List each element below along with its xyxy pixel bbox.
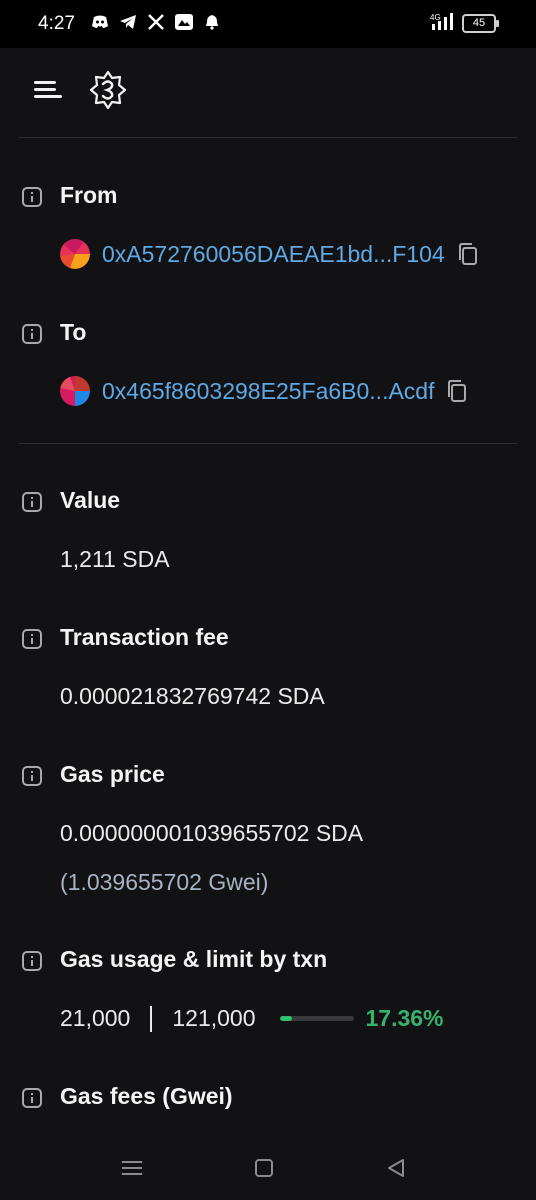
gas-usage-label: Gas usage & limit by txn xyxy=(60,946,328,972)
gas-usage-progress-fill xyxy=(279,1016,293,1021)
discord-icon xyxy=(90,12,110,32)
copy-icon[interactable] xyxy=(446,379,468,403)
telegram-icon xyxy=(118,12,138,32)
info-icon[interactable] xyxy=(22,951,42,971)
gas-price-gwei: (1.039655702 Gwei) xyxy=(60,869,269,895)
value-amount: 1,211 SDA xyxy=(60,546,170,572)
gas-used-value: 21,000 xyxy=(60,1005,131,1031)
x-icon xyxy=(146,12,166,32)
top-bar xyxy=(0,48,536,136)
separator xyxy=(150,1005,153,1032)
battery-indicator: 45 xyxy=(462,14,499,33)
home-icon[interactable] xyxy=(252,1156,276,1180)
hamburger-menu-icon[interactable] xyxy=(32,76,64,104)
copy-icon[interactable] xyxy=(457,242,479,266)
gas-limit-value: 121,000 xyxy=(172,1005,256,1031)
gas-usage-row: 21,000 121,000 17.36% xyxy=(60,1005,444,1032)
gas-price-label: Gas price xyxy=(60,761,165,787)
from-address-link[interactable]: 0xA572760056DAEAE1bd...F104 xyxy=(102,241,445,268)
notification-icons xyxy=(90,12,222,32)
bell-icon xyxy=(202,12,222,32)
info-icon[interactable] xyxy=(22,187,42,207)
gas-usage-percent: 17.36% xyxy=(365,1005,444,1031)
info-icon[interactable] xyxy=(22,766,42,786)
recents-menu-icon[interactable] xyxy=(120,1156,144,1180)
value-label: Value xyxy=(60,487,121,513)
transaction-fee-label: Transaction fee xyxy=(60,624,229,650)
from-address-row: 0xA572760056DAEAE1bd...F104 xyxy=(60,239,479,269)
app-logo-icon[interactable] xyxy=(89,70,127,110)
back-icon[interactable] xyxy=(384,1156,408,1180)
to-address-row: 0x465f8603298E25Fa6B0...Acdf xyxy=(60,376,468,406)
status-bar: 4:27 4G 45 xyxy=(0,0,536,48)
from-avatar xyxy=(60,239,90,269)
from-label: From xyxy=(60,182,118,208)
divider xyxy=(18,137,518,138)
system-navigation-bar xyxy=(0,1134,536,1200)
gas-price-amount: 0.000000001039655702 SDA xyxy=(60,820,364,846)
transaction-fee-amount: 0.000021832769742 SDA xyxy=(60,683,325,709)
svg-text:4G: 4G xyxy=(430,13,441,22)
gas-usage-progress-bar xyxy=(279,1016,354,1021)
to-address-link[interactable]: 0x465f8603298E25Fa6B0...Acdf xyxy=(102,378,434,405)
info-icon[interactable] xyxy=(22,629,42,649)
gas-fees-label: Gas fees (Gwei) xyxy=(60,1083,233,1109)
info-icon[interactable] xyxy=(22,1088,42,1108)
to-label: To xyxy=(60,319,87,345)
divider xyxy=(18,443,518,444)
to-avatar xyxy=(60,376,90,406)
info-icon[interactable] xyxy=(22,492,42,512)
info-icon[interactable] xyxy=(22,324,42,344)
image-icon xyxy=(174,12,194,32)
transaction-details-screen: From 0xA572760056DAEAE1bd...F104 To 0x46… xyxy=(0,48,536,1134)
status-time: 4:27 xyxy=(38,13,75,34)
signal-icon: 4G xyxy=(430,12,454,35)
system-indicators: 4G 45 xyxy=(430,12,499,35)
